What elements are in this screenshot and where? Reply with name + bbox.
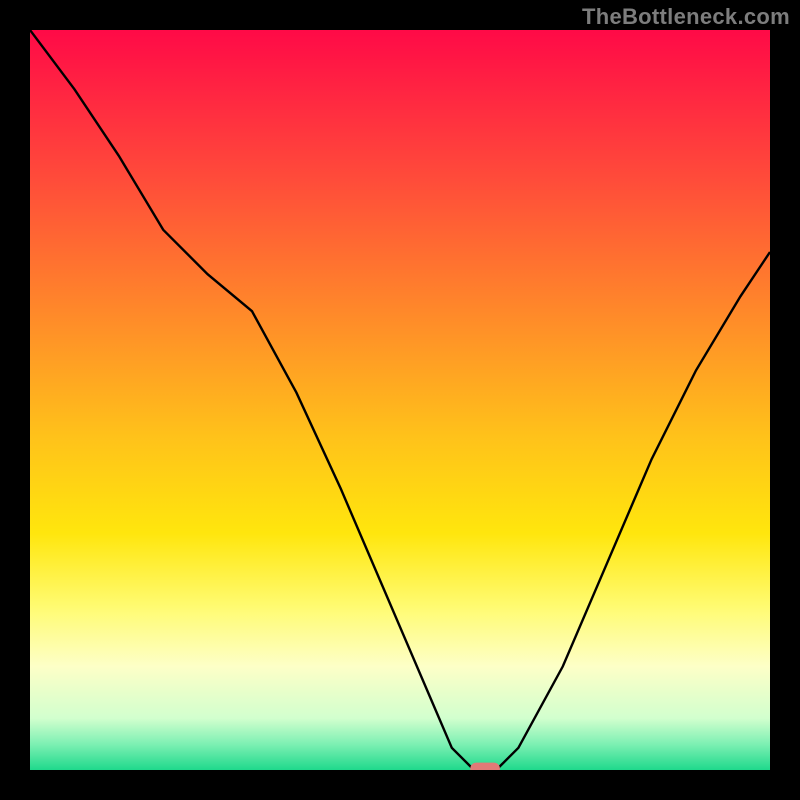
optimal-point-marker xyxy=(470,763,500,770)
watermark-text: TheBottleneck.com xyxy=(582,4,790,30)
chart-svg xyxy=(30,30,770,770)
gradient-background xyxy=(30,30,770,770)
plot-area xyxy=(30,30,770,770)
chart-root: TheBottleneck.com xyxy=(0,0,800,800)
